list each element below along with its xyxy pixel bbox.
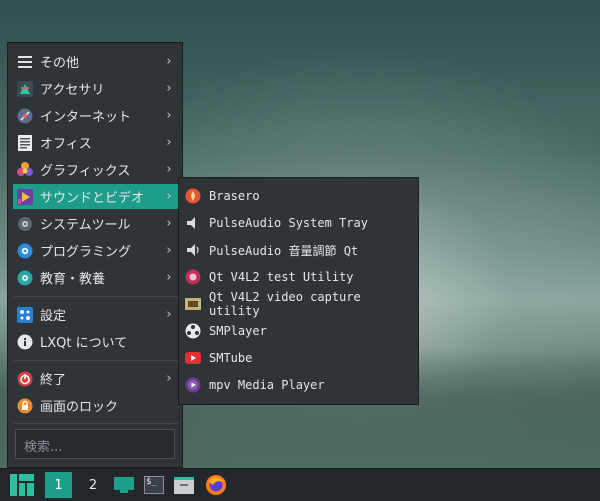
menu-divider [14,360,178,361]
submenu-item-label: SMPlayer [209,324,267,338]
menu-item-office[interactable]: オフィス › [13,130,179,155]
menu-item-graphics[interactable]: グラフィックス › [13,157,179,182]
menu-item-lock-screen[interactable]: 画面のロック [13,393,179,418]
smtube-icon [185,350,201,366]
submenu-item-label: Qt V4L2 video capture utility [209,290,361,318]
menu-divider [14,296,178,297]
workspace-1-button[interactable]: 1 [45,472,72,498]
chevron-right-icon: › [166,135,172,150]
firefox-launcher[interactable] [203,472,229,498]
menu-item-label: プログラミング [40,245,132,260]
system-tools-icon [17,216,33,232]
submenu-item-mpv[interactable]: mpv Media Player [185,372,413,398]
menu-item-education[interactable]: 教育・教養 › [13,265,179,290]
smplayer-icon [185,323,201,339]
application-menu: その他 › アクセサリ › インターネット › オフィス › グラフィックス › [7,42,183,468]
menu-item-about-lxqt[interactable]: LXQt について [13,329,179,354]
education-icon [17,270,33,286]
menu-item-accessories[interactable]: アクセサリ › [13,76,179,101]
submenu-item-qv4l2-test[interactable]: Qt V4L2 test Utility [185,264,413,290]
terminal-prompt: $_ [146,477,157,487]
graphics-icon [17,161,33,178]
menu-item-sound-video[interactable]: サウンドとビデオ › [13,184,179,209]
submenu-item-label: mpv Media Player [209,378,325,392]
terminal-launcher[interactable]: $_ [142,472,166,498]
menu-item-label: その他 [40,56,80,71]
lock-icon [17,398,33,414]
chevron-right-icon: › [166,270,172,285]
sound-video-icon [17,188,33,205]
submenu-item-pulseaudio-tray[interactable]: PulseAudio System Tray [185,210,413,236]
chevron-right-icon: › [166,189,172,204]
accessories-icon [17,80,33,97]
terminal-icon: $_ [144,476,164,494]
volume-icon [185,242,201,258]
internet-icon [17,108,33,124]
search-input[interactable]: 検索... [15,429,175,459]
submenu-item-label: PulseAudio System Tray [209,216,368,230]
chevron-right-icon: › [166,307,172,322]
menu-item-label: システムツール [40,218,131,233]
qv4l2-icon [185,269,201,285]
submenu-item-brasero[interactable]: Brasero [185,183,413,209]
menu-item-label: LXQt について [40,336,128,351]
menu-divider [14,423,178,424]
menu-item-label: オフィス [40,137,92,152]
submenu-item-label: SMTube [209,351,253,365]
submenu-item-label: Brasero [209,189,260,203]
menu-item-label: グラフィックス [40,164,131,179]
start-menu-button[interactable] [8,472,36,498]
video-capture-icon [185,296,201,312]
menu-item-label: 教育・教養 [40,272,106,287]
other-icon [17,54,33,70]
chevron-right-icon: › [166,81,172,96]
taskbar: 1 2 $_ [0,468,600,501]
info-icon [17,334,33,350]
menu-item-label: 画面のロック [40,400,119,415]
file-manager-launcher[interactable] [172,472,196,498]
submenu-item-smplayer[interactable]: SMPlayer [185,318,413,344]
show-desktop-button[interactable] [112,472,136,498]
menu-item-system-tools[interactable]: システムツール › [13,211,179,236]
power-icon [17,371,33,387]
submenu-item-smtube[interactable]: SMTube [185,345,413,371]
chevron-right-icon: › [166,371,172,386]
menu-item-label: 設定 [40,309,67,324]
submenu-item-label: Qt V4L2 test Utility [209,270,354,284]
brasero-icon [185,188,201,204]
menu-item-settings[interactable]: 設定 › [13,302,179,327]
mpv-icon [185,377,201,393]
manjaro-logo-icon [10,474,34,496]
office-icon [17,134,33,151]
sound-video-submenu: Brasero PulseAudio System Tray PulseAudi… [178,177,419,405]
menu-item-shutdown[interactable]: 終了 › [13,366,179,391]
desktop-icon [114,477,134,493]
menu-item-label: サウンドとビデオ [40,191,145,206]
chevron-right-icon: › [166,54,172,69]
workspace-2-button[interactable]: 2 [80,472,106,498]
chevron-right-icon: › [166,216,172,231]
folder-icon [174,477,194,494]
chevron-right-icon: › [166,243,172,258]
programming-icon [17,243,33,259]
pulseaudio-tray-icon [185,215,201,231]
menu-item-programming[interactable]: プログラミング › [13,238,179,263]
settings-icon [17,306,33,323]
submenu-item-qv4l2-capture[interactable]: Qt V4L2 video capture utility [185,290,413,318]
menu-item-label: インターネット [40,110,132,125]
chevron-right-icon: › [166,108,172,123]
menu-item-internet[interactable]: インターネット › [13,103,179,128]
submenu-item-pulseaudio-volume[interactable]: PulseAudio 音量調節 Qt [185,237,413,263]
menu-item-label: アクセサリ [40,83,105,98]
menu-item-label: 終了 [40,373,67,388]
chevron-right-icon: › [166,162,172,177]
menu-item-other[interactable]: その他 › [13,49,179,74]
firefox-icon [206,475,226,495]
submenu-item-label: PulseAudio 音量調節 Qt [209,243,359,258]
